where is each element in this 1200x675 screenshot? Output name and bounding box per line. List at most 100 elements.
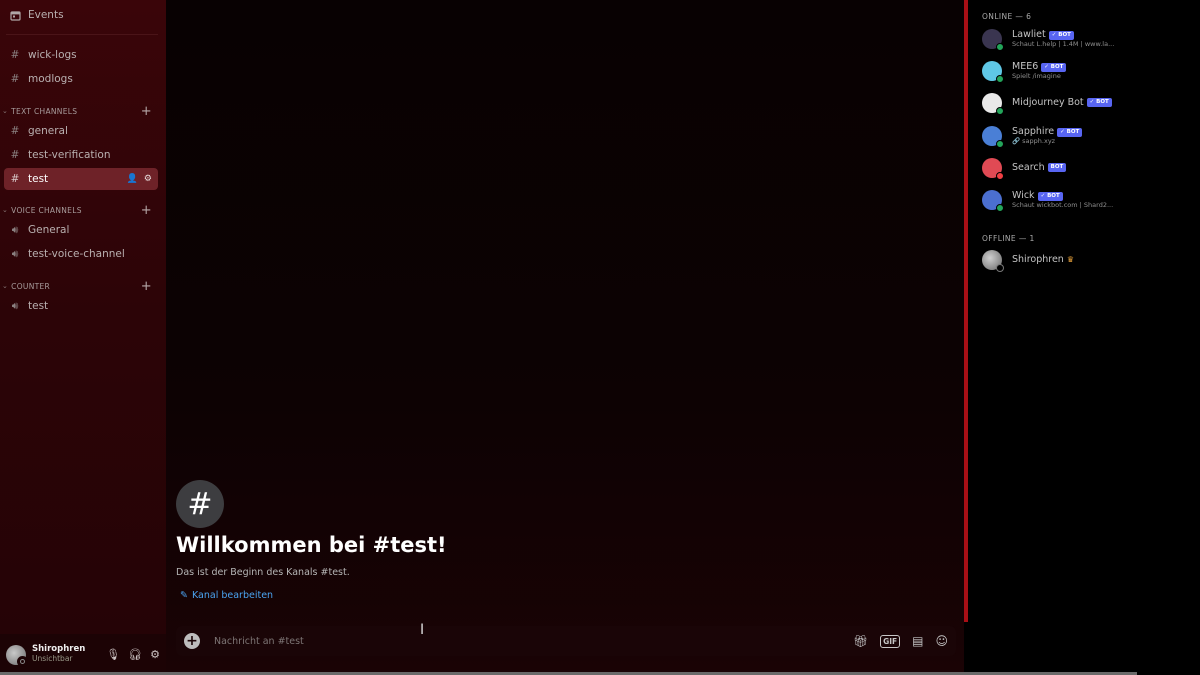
member-search[interactable]: Search BOT [982, 154, 1192, 182]
chevron-down-icon: ⌄ [2, 282, 9, 290]
category-voice-channels[interactable]: ⌄ VOICE CHANNELS + [2, 203, 158, 218]
speaker-icon: 🔊︎ [11, 299, 19, 312]
avatar [982, 61, 1004, 83]
channel-label: test-voice-channel [28, 248, 125, 260]
member-activity: 🔗 sapph.xyz [1012, 136, 1056, 145]
online-status-icon [996, 204, 1004, 212]
online-header: ONLINE — 6 [982, 12, 1032, 21]
hash-icon: # [10, 125, 20, 137]
bot-badge: ✓ BOT [1048, 30, 1074, 40]
member-name: Midjourney Bot [1012, 96, 1084, 108]
bot-badge: ✓ BOT [1037, 191, 1063, 201]
category-label: VOICE CHANNELS [11, 205, 82, 215]
user-panel: Shirophren Unsichtbar 🎙︎ 🎧︎ ⚙ [0, 634, 166, 675]
channel-label: wick-logs [28, 49, 77, 61]
category-label: TEXT CHANNELS [11, 106, 78, 116]
offline-status-icon [996, 264, 1004, 272]
pencil-icon: ✎ [180, 590, 188, 601]
microphone-icon[interactable]: 🎙︎ [106, 648, 120, 661]
member-lawliet[interactable]: Lawliet ✓ BOT Schaut L.help | 1.4M | www.… [982, 25, 1192, 53]
hash-icon: # [10, 49, 20, 61]
dnd-status-icon [996, 172, 1004, 180]
invisible-status-icon [17, 655, 28, 667]
voice-channel-general[interactable]: 🔊︎ General [4, 219, 158, 241]
avatar [982, 158, 1004, 180]
chevron-down-icon: ⌄ [2, 107, 9, 115]
online-status-icon [996, 75, 1004, 83]
member-activity: Spielt /imagine [1012, 71, 1061, 80]
gear-icon[interactable]: ⚙ [144, 174, 152, 184]
gif-button[interactable]: GIF [880, 634, 901, 648]
member-activity: Schaut wickbot.com | Shard2... [1012, 200, 1114, 209]
online-status-icon [996, 43, 1004, 51]
welcome-title: Willkommen bei #test! [176, 533, 447, 557]
chat-area: # Willkommen bei #test! Das ist der Begi… [166, 0, 964, 675]
text-cursor-icon: I [420, 622, 425, 638]
gift-icon[interactable]: 🎁︎ [853, 634, 868, 648]
bot-badge: ✓ BOT [1041, 62, 1067, 72]
avatar [982, 93, 1004, 115]
message-input[interactable]: Nachricht an #test [214, 636, 304, 647]
speaker-icon: 🔊︎ [11, 223, 19, 236]
avatar [982, 126, 1004, 148]
hash-icon: # [10, 173, 20, 185]
voice-channel-test-voice-channel[interactable]: 🔊︎ test-voice-channel [4, 243, 158, 265]
online-status-icon [996, 107, 1004, 115]
member-midjourney-bot[interactable]: Midjourney Bot ✓ BOT [982, 89, 1192, 117]
add-channel-icon[interactable]: + [141, 104, 158, 119]
member-shirophren[interactable]: Shirophren ♛ [982, 246, 1192, 274]
bot-badge: ✓ BOT [1057, 127, 1083, 137]
sticker-icon[interactable]: ▤ [912, 634, 923, 648]
sidebar-divider [6, 34, 158, 35]
channel-modlogs[interactable]: # modlogs [4, 68, 158, 90]
channel-label: modlogs [28, 73, 73, 85]
channel-label: general [28, 125, 68, 137]
hash-icon: # [176, 480, 224, 528]
category-counter[interactable]: ⌄ COUNTER + [2, 279, 158, 294]
add-channel-icon[interactable]: + [141, 279, 158, 294]
avatar [982, 190, 1004, 212]
voice-channel-counter-test[interactable]: 🔊︎ test [4, 295, 158, 317]
category-text-channels[interactable]: ⌄ TEXT CHANNELS + [2, 104, 158, 119]
edit-channel-link[interactable]: ✎ Kanal bearbeiten [180, 590, 273, 601]
headphones-icon[interactable]: 🎧︎ [128, 648, 142, 661]
calendar-icon [8, 10, 22, 21]
channel-wick-logs[interactable]: # wick-logs [4, 44, 158, 66]
bot-badge: BOT [1047, 163, 1067, 173]
avatar[interactable] [6, 644, 28, 667]
invite-member-icon[interactable]: 👤 [127, 174, 138, 184]
edit-channel-label: Kanal bearbeiten [191, 590, 274, 601]
channel-test[interactable]: # test 👤 ⚙ [4, 168, 158, 190]
member-wick[interactable]: Wick ✓ BOT Schaut wickbot.com | Shard2... [982, 186, 1192, 214]
crown-icon: ♛ [1066, 255, 1074, 265]
message-composer[interactable]: + Nachricht an #test 🎁︎ GIF ▤ ☺ [176, 626, 956, 656]
member-name: Shirophren [1012, 253, 1064, 265]
add-channel-icon[interactable]: + [141, 203, 158, 218]
sidebar-item-events[interactable]: Events [4, 4, 158, 26]
bot-badge: ✓ BOT [1086, 98, 1112, 108]
channel-sidebar: Events # wick-logs # modlogs ⌄ TEXT CHAN… [0, 0, 166, 634]
channel-label: test [28, 300, 49, 312]
chevron-down-icon: ⌄ [2, 206, 9, 214]
add-attachment-button[interactable]: + [184, 633, 200, 649]
user-status: Unsichtbar [32, 654, 73, 664]
hash-icon: # [10, 149, 20, 161]
avatar [982, 29, 1004, 51]
emoji-icon[interactable]: ☺ [935, 634, 948, 648]
member-mee6[interactable]: MEE6 ✓ BOT Spielt /imagine [982, 57, 1192, 85]
member-activity: Schaut L.help | 1.4M | www.la... [1012, 39, 1115, 48]
sidebar-item-label: Events [28, 9, 64, 21]
channel-label: test-verification [28, 149, 111, 161]
avatar [982, 250, 1004, 272]
speaker-icon: 🔊︎ [11, 247, 19, 260]
category-label: COUNTER [11, 281, 51, 291]
channel-general[interactable]: # general [4, 120, 158, 142]
gear-icon[interactable]: ⚙ [150, 648, 160, 661]
channel-label: General [28, 224, 70, 236]
channel-label: test [28, 173, 49, 185]
member-sapphire[interactable]: Sapphire ✓ BOT 🔗 sapph.xyz [982, 122, 1192, 150]
channel-test-verification[interactable]: # test-verification [4, 144, 158, 166]
online-status-icon [996, 140, 1004, 148]
welcome-subtitle: Das ist der Beginn des Kanals #test. [176, 567, 350, 578]
member-name: Search [1012, 161, 1045, 173]
